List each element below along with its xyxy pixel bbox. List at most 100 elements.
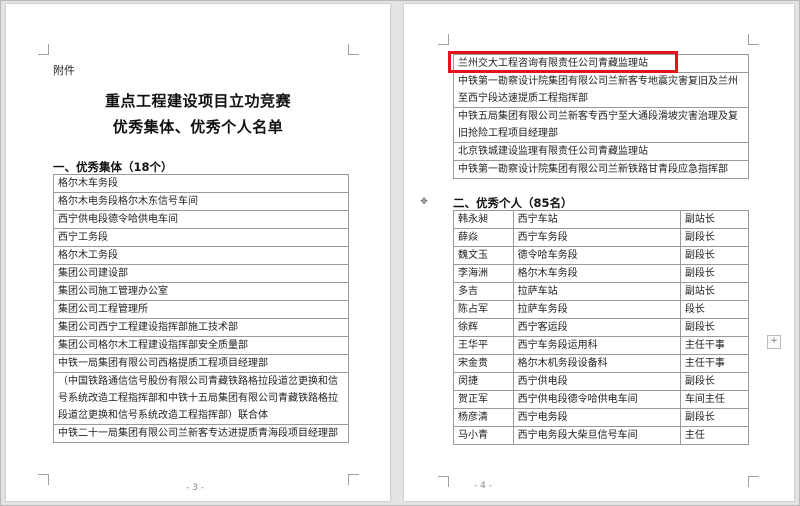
person-name: 多吉 — [453, 282, 514, 301]
person-title: 副段长 — [679, 264, 750, 283]
table-row: 中铁一局集团有限公司西格提质工程项目经理部 — [53, 354, 349, 373]
table-row: 格尔木电务段格尔木东信号车间 — [53, 192, 349, 211]
collective-name: 集团公司工程管理所 — [53, 300, 349, 319]
crop-mark — [438, 34, 449, 45]
person-name: 魏文玉 — [453, 246, 514, 265]
collective-name: 格尔木工务段 — [53, 246, 349, 265]
person-unit: 西宁车务段 — [512, 228, 681, 247]
doc-title-line2: 优秀集体、优秀个人名单 — [112, 118, 284, 136]
page-4: 兰州交大工程咨询有限责任公司青藏监理站 中铁第一勘察设计院集团有限公司兰新客专地震… — [404, 4, 794, 501]
person-name: 闵捷 — [453, 372, 514, 391]
crop-mark — [348, 474, 359, 485]
person-unit: 西宁供电段 — [512, 372, 681, 391]
person-title: 副段长 — [679, 408, 750, 427]
table-row: 集团公司西宁工程建设指挥部施工技术部 — [53, 318, 349, 337]
person-unit: 拉萨车务段 — [512, 300, 681, 319]
table-row: 薛焱 西宁车务段 副段长 — [453, 228, 750, 247]
page-number: - 3 - — [186, 483, 204, 493]
add-icon[interactable]: + — [767, 335, 781, 349]
collective-name: 中铁第一勘察设计院集团有限公司兰新铁路甘青段应急指挥部 — [453, 160, 749, 179]
table-row: 魏文玉 德令哈车务段 副段长 — [453, 246, 750, 265]
table-row: 格尔木车务段 — [53, 174, 349, 193]
table-move-handle-icon[interactable]: ✥ — [419, 197, 429, 207]
table-row: 西宁供电段德令哈供电车间 — [53, 210, 349, 229]
table-row: 马小青 西宁电务段大柴旦信号车间 主任 — [453, 426, 750, 445]
table-row: 中铁二十一局集团有限公司兰新客专达进提质青海段项目经理部 — [53, 424, 349, 443]
table-row: 贺正军 西宁供电段德令哈供电车间 车间主任 — [453, 390, 750, 409]
doc-title-line1: 重点工程建设项目立功竞赛 — [104, 92, 291, 110]
table-row: 集团公司施工管理办公室 — [53, 282, 349, 301]
person-name: 王华平 — [453, 336, 514, 355]
person-unit: 西宁供电段德令哈供电车间 — [512, 390, 681, 409]
collective-name: 中铁五局集团有限公司兰新客专西宁至大通段滑坡灾害治理及复旧抢险工程项目经理部 — [453, 107, 749, 143]
collective-name: 格尔木车务段 — [53, 174, 349, 193]
person-unit: 德令哈车务段 — [512, 246, 681, 265]
section-heading-collectives: 一、优秀集体（18个） — [53, 160, 173, 174]
collective-name: 集团公司格尔木工程建设指挥部安全质量部 — [53, 336, 349, 355]
collective-name: （中国铁路通信信号股份有限公司青藏铁路格拉段道岔更换和信号系统改造工程指挥部和中… — [53, 372, 349, 425]
table-row: 中铁第一勘察设计院集团有限公司兰新铁路甘青段应急指挥部 — [453, 160, 749, 179]
person-name: 韩永昶 — [453, 210, 514, 229]
collective-name: 集团公司施工管理办公室 — [53, 282, 349, 301]
person-unit: 西宁电务段 — [512, 408, 681, 427]
table-row: 韩永昶 西宁车站 副站长 — [453, 210, 750, 229]
collective-name: 集团公司建设部 — [53, 264, 349, 283]
table-row: 集团公司格尔木工程建设指挥部安全质量部 — [53, 336, 349, 355]
person-unit: 格尔木机务段设备科 — [512, 354, 681, 373]
page-3: 附件 重点工程建设项目立功竞赛 优秀集体、优秀个人名单 一、优秀集体（18个） … — [6, 4, 390, 501]
collective-name: 集团公司西宁工程建设指挥部施工技术部 — [53, 318, 349, 337]
person-name: 贺正军 — [453, 390, 514, 409]
page-number: - 4 - — [474, 481, 492, 491]
crop-mark — [748, 34, 759, 45]
person-title: 主任干事 — [679, 336, 750, 355]
collective-name: 中铁一局集团有限公司西格提质工程项目经理部 — [53, 354, 349, 373]
table-row: 北京铁城建设监理有限责任公司青藏监理站 — [453, 142, 749, 161]
person-name: 李海洲 — [453, 264, 514, 283]
crop-mark — [38, 44, 49, 55]
person-unit: 西宁电务段大柴旦信号车间 — [512, 426, 681, 445]
collective-name: 中铁二十一局集团有限公司兰新客专达进提质青海段项目经理部 — [53, 424, 349, 443]
person-title: 副段长 — [679, 372, 750, 391]
attachment-label: 附件 — [53, 64, 75, 77]
table-row: 西宁工务段 — [53, 228, 349, 247]
collectives-table: 格尔木车务段 格尔木电务段格尔木东信号车间 西宁供电段德令哈供电车间 西宁工务段 格尔木… — [53, 174, 349, 443]
person-title: 副站长 — [679, 210, 750, 229]
person-name: 徐辉 — [453, 318, 514, 337]
person-title: 段长 — [679, 300, 750, 319]
crop-mark — [748, 476, 759, 487]
collective-name: 北京铁城建设监理有限责任公司青藏监理站 — [453, 142, 749, 161]
person-unit: 西宁车站 — [512, 210, 681, 229]
person-title: 副段长 — [679, 318, 750, 337]
section-heading-individuals: 二、优秀个人（85名） — [453, 196, 573, 210]
table-row: 集团公司建设部 — [53, 264, 349, 283]
collective-name: 格尔木电务段格尔木东信号车间 — [53, 192, 349, 211]
individuals-table: 韩永昶 西宁车站 副站长 薛焱 西宁车务段 副段长 魏文玉 德令哈车务段 副段长 李海洲 格尔木车务… — [453, 210, 750, 445]
person-title: 主任干事 — [679, 354, 750, 373]
collective-name: 西宁工务段 — [53, 228, 349, 247]
table-row: 中铁第一勘察设计院集团有限公司兰新客专地震灾害复旧及兰州至西宁段达速提质工程指挥… — [453, 72, 749, 108]
person-unit: 拉萨车站 — [512, 282, 681, 301]
table-row: 徐辉 西宁客运段 副段长 — [453, 318, 750, 337]
crop-mark — [348, 44, 359, 55]
crop-mark — [38, 474, 49, 485]
person-name: 薛焱 — [453, 228, 514, 247]
crop-mark — [438, 476, 449, 487]
person-title: 副段长 — [679, 228, 750, 247]
collective-name: 西宁供电段德令哈供电车间 — [53, 210, 349, 229]
table-row: 宋金贵 格尔木机务段设备科 主任干事 — [453, 354, 750, 373]
person-unit: 西宁客运段 — [512, 318, 681, 337]
person-title: 车间主任 — [679, 390, 750, 409]
person-name: 马小青 — [453, 426, 514, 445]
table-row: 杨彦清 西宁电务段 副段长 — [453, 408, 750, 427]
table-row: 集团公司工程管理所 — [53, 300, 349, 319]
table-row: 闵捷 西宁供电段 副段长 — [453, 372, 750, 391]
person-name: 陈占军 — [453, 300, 514, 319]
table-row: 中铁五局集团有限公司兰新客专西宁至大通段滑坡灾害治理及复旧抢险工程项目经理部 — [453, 107, 749, 143]
person-title: 副段长 — [679, 246, 750, 265]
person-title: 主任 — [679, 426, 750, 445]
person-name: 杨彦清 — [453, 408, 514, 427]
collective-name: 中铁第一勘察设计院集团有限公司兰新客专地震灾害复旧及兰州至西宁段达速提质工程指挥… — [453, 72, 749, 108]
person-unit: 格尔木车务段 — [512, 264, 681, 283]
table-row: 格尔木工务段 — [53, 246, 349, 265]
table-row: 多吉 拉萨车站 副站长 — [453, 282, 750, 301]
